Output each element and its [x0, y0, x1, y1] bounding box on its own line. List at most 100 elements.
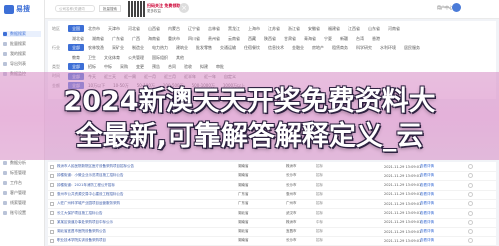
favorite-icon[interactable]	[468, 210, 473, 216]
brand-logo[interactable]: 易搜	[4, 4, 30, 14]
filter-chip[interactable]: 天津市	[104, 25, 124, 32]
filter-chip[interactable]: 云南省	[224, 35, 244, 42]
filter-chip[interactable]: 水利环境	[376, 44, 400, 51]
filter-chip[interactable]: 验收	[180, 63, 196, 70]
sidebar-item-mine[interactable]: 我的搜索	[3, 51, 41, 57]
sidebar-item-customers[interactable]: 客户管理	[3, 190, 41, 196]
filter-chip[interactable]: 变更	[132, 63, 148, 70]
row-title[interactable]: 入驻广州科学城产业园项目运营服务采购	[57, 201, 227, 206]
row-title[interactable]: 长江大保护项目施工招标公告	[57, 211, 227, 216]
row-detail-link[interactable]: 查看详情	[420, 201, 434, 206]
favorite-icon[interactable]	[468, 164, 473, 169]
user-menu[interactable]: 用户中心	[437, 5, 453, 11]
favorite-icon[interactable]	[468, 201, 473, 207]
filter-chip[interactable]: 全部	[68, 63, 84, 70]
filter-chip[interactable]: 电力热力	[148, 44, 172, 51]
filter-chip[interactable]: 居民服务	[400, 44, 424, 51]
filter-chip[interactable]: 青海省	[300, 35, 320, 42]
row-detail-link[interactable]: 查看详情	[420, 173, 434, 178]
filter-chip[interactable]: 吉林省	[204, 25, 224, 32]
filter-chip[interactable]: 内蒙古	[164, 25, 184, 32]
filter-chip[interactable]: 租赁商务	[328, 44, 352, 51]
filter-chip[interactable]: 住宿餐饮	[240, 44, 264, 51]
filter-chip[interactable]: 卫生	[84, 54, 100, 61]
filter-chip[interactable]: 安徽省	[304, 25, 324, 32]
filter-chip[interactable]: 宁夏	[320, 35, 336, 42]
row-detail-link[interactable]: 查看详情	[420, 164, 434, 169]
row-checkbox[interactable]	[50, 201, 54, 206]
row-detail-link[interactable]: 查看详情	[420, 211, 434, 216]
filter-chip[interactable]: 全国	[68, 25, 84, 32]
filter-chip[interactable]: 拟建	[196, 63, 212, 70]
filter-chip[interactable]: 重庆市	[164, 35, 184, 42]
filter-chip[interactable]: 江苏省	[264, 25, 284, 32]
row-checkbox[interactable]	[50, 192, 54, 197]
filter-chip[interactable]: 国际组织	[148, 54, 172, 61]
filter-chip[interactable]: 四川省	[184, 35, 204, 42]
filter-chip[interactable]: 全部	[68, 44, 84, 51]
filter-chip[interactable]: 广东省	[108, 35, 128, 42]
filter-chip[interactable]: 北京市	[84, 25, 104, 32]
filter-chip[interactable]: 上海市	[244, 25, 264, 32]
favorite-icon[interactable]	[468, 238, 473, 244]
avatar[interactable]	[452, 3, 461, 12]
sidebar-item-search[interactable]: 数据搜索	[3, 31, 41, 37]
row-title[interactable]: 惠州市公共资源交易中心建设工程招标公告	[57, 192, 227, 197]
filter-chip[interactable]: 海南省	[144, 35, 164, 42]
row-checkbox[interactable]	[50, 183, 54, 188]
row-checkbox[interactable]	[50, 164, 54, 169]
favorite-icon[interactable]	[468, 182, 473, 188]
sidebar-item-leads[interactable]: 线索管理	[3, 200, 41, 206]
row-detail-link[interactable]: 查看详情	[420, 220, 434, 225]
close-icon[interactable]: ×	[179, 3, 189, 13]
row-checkbox[interactable]	[50, 229, 54, 234]
filter-chip[interactable]: 批发零售	[192, 44, 216, 51]
filter-chip[interactable]: 陕西省	[260, 35, 280, 42]
favorite-icon[interactable]	[468, 219, 473, 225]
sidebar-item-batch[interactable]: 批量搜索	[3, 41, 41, 47]
row-detail-link[interactable]: 查看详情	[420, 229, 434, 234]
filter-chip[interactable]: 农林牧渔	[84, 44, 108, 51]
sidebar-item-workbench[interactable]: 工作台	[3, 180, 41, 186]
filter-chip[interactable]: 交通运输	[216, 44, 240, 51]
filter-chip[interactable]: 金融业	[288, 44, 308, 51]
filter-chip[interactable]: 建筑业	[172, 44, 192, 51]
sidebar-item-export[interactable]: 导出列表	[3, 61, 41, 67]
filter-chip[interactable]: 黑龙江	[224, 25, 244, 32]
row-title[interactable]: 湖北省宜昌市医院设备采购公告	[57, 229, 227, 234]
filter-chip[interactable]: 制造业	[128, 44, 148, 51]
sidebar-item-settings[interactable]: 账号设置	[3, 210, 41, 216]
filter-chip[interactable]: 审批	[212, 63, 228, 70]
row-checkbox[interactable]	[50, 173, 54, 178]
filter-chip[interactable]: 江西省	[344, 25, 364, 32]
favorite-icon[interactable]	[468, 229, 473, 235]
batch-search-button[interactable]: 批量搜索	[99, 5, 121, 12]
row-detail-link[interactable]: 查看详情	[420, 192, 434, 197]
filter-chip[interactable]: 河北省	[124, 25, 144, 32]
row-title[interactable]: 钟楼街道：2021年消防工程公开招标	[57, 183, 227, 188]
row-checkbox[interactable]	[50, 220, 54, 225]
filter-chip[interactable]: 浙江省	[284, 25, 304, 32]
row-checkbox[interactable]	[50, 211, 54, 215]
filter-chip[interactable]: 福建省	[324, 25, 344, 32]
row-title[interactable]: 株洲市人民医院新院区医疗设备采购项目招标公告	[57, 164, 227, 169]
filter-chip[interactable]: 公共管理	[124, 54, 148, 61]
search-input[interactable]: 公司名称/关键词	[55, 5, 95, 12]
row-title[interactable]: 职业技术学院实训设备采购项目	[57, 238, 227, 243]
favorite-icon[interactable]	[468, 173, 473, 179]
row-title[interactable]: 钟楼街道：小微企业示范项目施工招标公告	[57, 173, 227, 178]
row-detail-link[interactable]: 查看详情	[420, 183, 434, 188]
filter-chip[interactable]: 台湾	[352, 35, 368, 42]
filter-chip[interactable]: 招标	[84, 63, 100, 70]
filter-chip[interactable]: 西藏	[244, 35, 260, 42]
filter-chip[interactable]: 科学研究	[352, 44, 376, 51]
filter-chip[interactable]: 广西	[128, 35, 144, 42]
filter-chip[interactable]: 湖北省	[68, 35, 88, 42]
filter-chip[interactable]: 贵州省	[204, 35, 224, 42]
filter-chip[interactable]: 辽宁省	[184, 25, 204, 32]
filter-chip[interactable]: 预告	[148, 63, 164, 70]
filter-chip[interactable]: 中标	[100, 63, 116, 70]
filter-chip[interactable]: 合同	[164, 63, 180, 70]
filter-chip[interactable]: 甘肃省	[280, 35, 300, 42]
filter-chip[interactable]: 山东省	[364, 25, 384, 32]
